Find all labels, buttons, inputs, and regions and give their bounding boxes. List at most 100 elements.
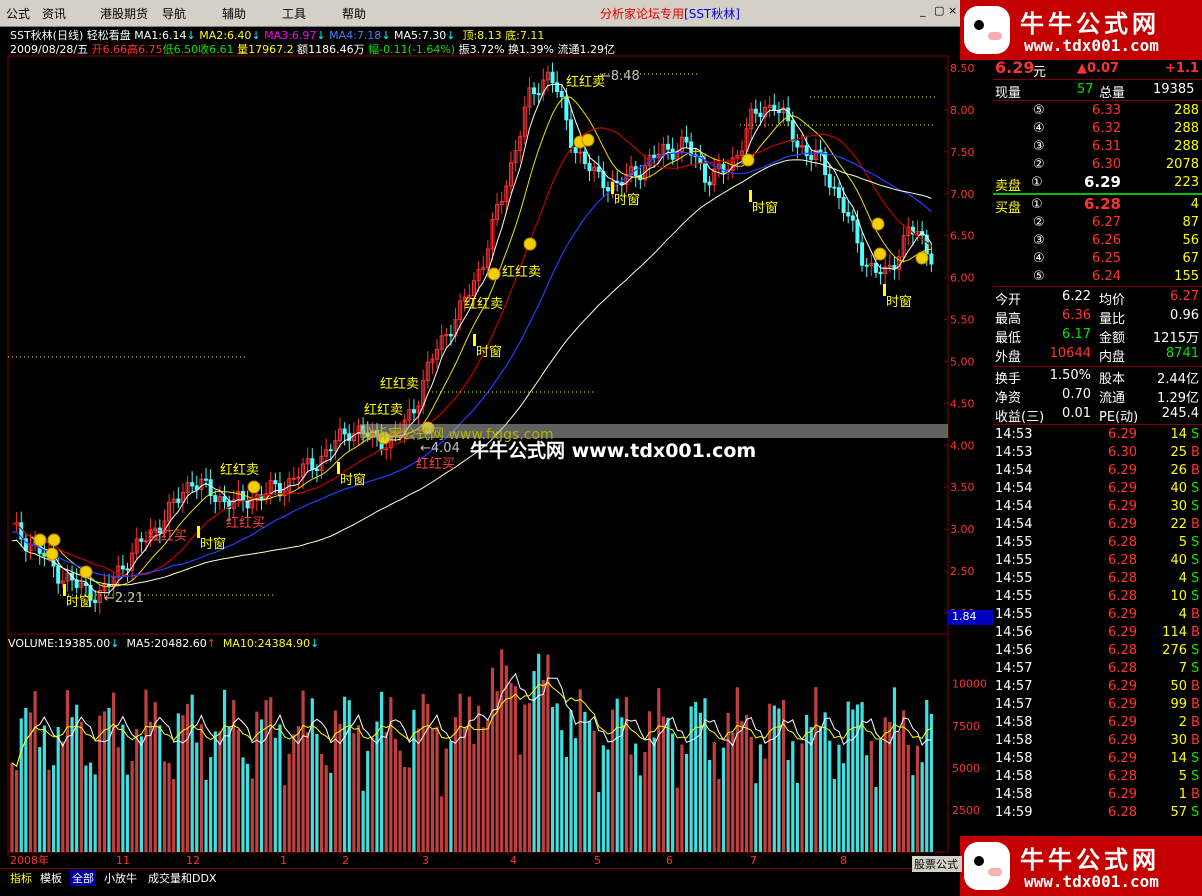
tick-volume: 4: [1178, 607, 1187, 622]
fundamental-label: 净资: [995, 391, 1022, 406]
tab-volume-ddx[interactable]: 成交量和DDX: [148, 870, 216, 886]
divider: [993, 79, 1202, 80]
volume-bar: [444, 748, 448, 852]
volume-bar: [416, 728, 421, 852]
tick-price: 6.29: [1108, 697, 1137, 712]
tab-xiaofangniu[interactable]: 小放牛: [104, 870, 137, 886]
volume-bar: [574, 738, 578, 852]
candle-body: [310, 458, 315, 470]
ask-price: 6.30: [1092, 157, 1121, 172]
ask-label: 卖盘: [995, 179, 1022, 194]
volume-bar: [675, 787, 679, 852]
volume-bar: [523, 704, 527, 852]
stat-label: 内盘: [1099, 350, 1126, 365]
tick-row: 14:55 6.28 10 S: [993, 588, 1202, 606]
volume-bar: [93, 774, 97, 852]
volume-bar: [708, 760, 712, 852]
stat-value: 6.22: [1062, 289, 1091, 304]
smiley-icon: [581, 133, 595, 147]
price-axis-label: 3.00: [950, 523, 975, 536]
candle-body: [314, 468, 319, 471]
candle-body: [707, 181, 712, 186]
tick-row: 14:58 6.29 1 B: [993, 786, 1202, 804]
candle-body: [864, 264, 869, 267]
bid-price: 6.25: [1092, 251, 1121, 266]
tick-side: B: [1191, 445, 1200, 460]
candle-body: [291, 477, 296, 480]
price-axis-label: 5.00: [950, 355, 975, 368]
volume-bar: [911, 775, 915, 852]
volume-bar: [615, 698, 619, 852]
stat-value: 0.96: [1170, 308, 1199, 323]
fundamental-label: 流通: [1099, 391, 1126, 406]
tick-price: 6.29: [1108, 517, 1137, 532]
tick-price: 6.28: [1108, 805, 1137, 820]
volume-bar: [731, 732, 735, 852]
volume-bar: [236, 729, 240, 852]
bid-level: ⑤: [1033, 269, 1045, 284]
volume-bar: [768, 703, 772, 852]
ask-row: ③ 6.31 288: [993, 138, 1202, 156]
price-axis-label: 3.50: [950, 481, 975, 494]
stat-label: 今开: [995, 293, 1022, 308]
tick-row: 14:56 6.28 276 S: [993, 642, 1202, 660]
divider: [993, 424, 1202, 425]
volume-bar: [269, 697, 273, 852]
stock-formula-badge[interactable]: 股票公式: [912, 856, 962, 872]
tick-time: 14:57: [995, 679, 1033, 694]
ask-volume: 223: [1174, 175, 1199, 190]
stat-label: 金额: [1099, 331, 1126, 346]
volume-bar: [555, 703, 559, 852]
volume-axis-label: 10000: [952, 678, 987, 691]
tab-indicator[interactable]: 指标: [10, 870, 32, 886]
volume-bar: [47, 769, 51, 852]
tab-template[interactable]: 模板: [40, 870, 62, 886]
volume-bar: [486, 719, 490, 852]
volume-bar: [121, 724, 125, 852]
candle-body: [93, 599, 98, 604]
stat-label: 最低: [995, 331, 1022, 346]
sell-signal-label: 红红卖: [364, 402, 403, 418]
volume-bar: [467, 696, 471, 852]
tick-row: 14:55 6.29 4 B: [993, 606, 1202, 624]
tick-volume: 2: [1178, 715, 1187, 730]
tick-price: 6.28: [1108, 535, 1137, 550]
volume-axis-label: 5000: [952, 762, 980, 775]
candle-body: [855, 219, 860, 244]
volume-bar: [352, 733, 356, 852]
tick-volume: 5: [1178, 769, 1187, 784]
volume-bar: [569, 710, 573, 852]
quote-change: ▲0.07: [1077, 61, 1120, 76]
volume-bar: [661, 716, 666, 852]
volume-ma5: MA5:20482.60: [126, 637, 207, 650]
tick-volume: 25: [1170, 445, 1187, 460]
volume-bar: [740, 721, 744, 852]
volume-bar: [88, 762, 93, 852]
candle-body: [42, 552, 47, 557]
volume-bar: [333, 710, 337, 852]
time-axis-label: 5: [594, 854, 601, 866]
bid-price: 6.24: [1092, 269, 1121, 284]
volume-bar: [809, 727, 813, 852]
volume-ma10: MA10:24384.90: [222, 637, 311, 650]
time-axis-label: 2008年: [10, 853, 49, 866]
volume-bar: [735, 687, 739, 852]
ask-price: 6.33: [1092, 103, 1121, 118]
time-axis-label: 1: [280, 854, 287, 866]
volume-bar: [370, 737, 374, 852]
window-signal-label: 时窗: [476, 344, 502, 360]
volume-bar: [929, 713, 933, 852]
bid-volume: 67: [1182, 251, 1199, 266]
tab-all[interactable]: 全部: [70, 870, 96, 886]
volume-bar: [139, 736, 143, 852]
time-axis-label: 2: [342, 854, 349, 866]
candle-body: [823, 151, 828, 176]
fundamental-label: 换手: [995, 372, 1022, 387]
logo-url: www.tdx001.com: [1024, 36, 1159, 55]
smiley-icon: [915, 251, 929, 265]
volume-bar: [259, 719, 264, 852]
tick-price: 6.29: [1108, 787, 1137, 802]
volume-bar: [513, 686, 518, 852]
tick-row: 14:54 6.29 22 B: [993, 516, 1202, 534]
tick-side: B: [1191, 715, 1200, 730]
